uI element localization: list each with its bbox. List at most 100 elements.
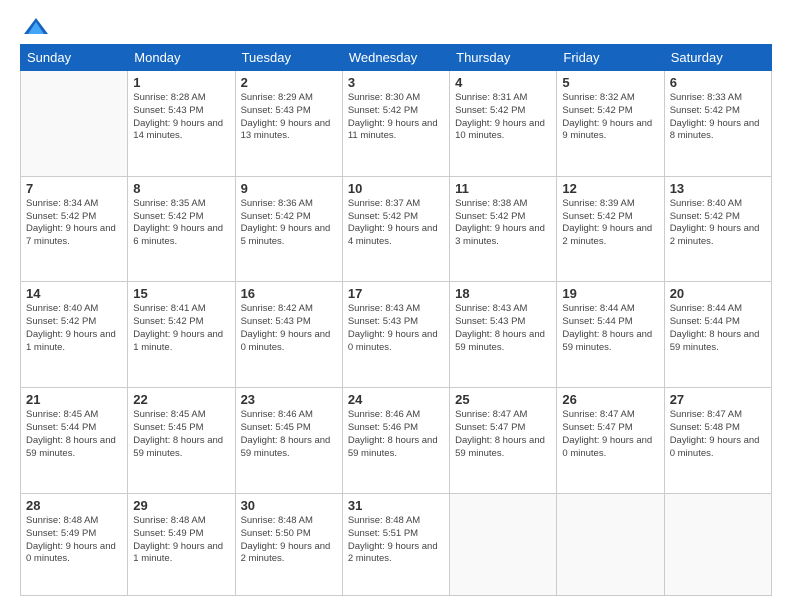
calendar-cell: 2 Sunrise: 8:29 AMSunset: 5:43 PMDaylight… [235,71,342,177]
calendar-day-header: Sunday [21,45,128,71]
day-number: 28 [26,498,122,513]
day-info: Sunrise: 8:36 AMSunset: 5:42 PMDaylight:… [241,198,337,249]
calendar-day-header: Tuesday [235,45,342,71]
day-number: 17 [348,286,444,301]
calendar-cell: 21 Sunrise: 8:45 AMSunset: 5:44 PMDayligh… [21,388,128,494]
calendar-cell: 25 Sunrise: 8:47 AMSunset: 5:47 PMDayligh… [450,388,557,494]
day-number: 22 [133,392,229,407]
day-number: 18 [455,286,551,301]
day-info: Sunrise: 8:45 AMSunset: 5:44 PMDaylight:… [26,409,122,460]
day-number: 20 [670,286,766,301]
day-info: Sunrise: 8:31 AMSunset: 5:42 PMDaylight:… [455,92,551,143]
calendar-cell: 14 Sunrise: 8:40 AMSunset: 5:42 PMDayligh… [21,282,128,388]
day-info: Sunrise: 8:40 AMSunset: 5:42 PMDaylight:… [26,303,122,354]
day-info: Sunrise: 8:44 AMSunset: 5:44 PMDaylight:… [670,303,766,354]
calendar-cell: 16 Sunrise: 8:42 AMSunset: 5:43 PMDayligh… [235,282,342,388]
day-info: Sunrise: 8:28 AMSunset: 5:43 PMDaylight:… [133,92,229,143]
day-info: Sunrise: 8:43 AMSunset: 5:43 PMDaylight:… [455,303,551,354]
day-number: 13 [670,181,766,196]
day-number: 2 [241,75,337,90]
day-info: Sunrise: 8:40 AMSunset: 5:42 PMDaylight:… [670,198,766,249]
calendar-cell: 31 Sunrise: 8:48 AMSunset: 5:51 PMDayligh… [342,493,449,595]
calendar-week-row: 1 Sunrise: 8:28 AMSunset: 5:43 PMDaylight… [21,71,772,177]
day-number: 12 [562,181,658,196]
day-info: Sunrise: 8:47 AMSunset: 5:47 PMDaylight:… [455,409,551,460]
day-info: Sunrise: 8:38 AMSunset: 5:42 PMDaylight:… [455,198,551,249]
day-number: 9 [241,181,337,196]
calendar-cell: 27 Sunrise: 8:47 AMSunset: 5:48 PMDayligh… [664,388,771,494]
day-info: Sunrise: 8:45 AMSunset: 5:45 PMDaylight:… [133,409,229,460]
day-info: Sunrise: 8:46 AMSunset: 5:45 PMDaylight:… [241,409,337,460]
day-info: Sunrise: 8:47 AMSunset: 5:48 PMDaylight:… [670,409,766,460]
day-number: 15 [133,286,229,301]
day-info: Sunrise: 8:29 AMSunset: 5:43 PMDaylight:… [241,92,337,143]
calendar-cell: 22 Sunrise: 8:45 AMSunset: 5:45 PMDayligh… [128,388,235,494]
calendar-cell [664,493,771,595]
day-number: 7 [26,181,122,196]
calendar-cell: 17 Sunrise: 8:43 AMSunset: 5:43 PMDayligh… [342,282,449,388]
day-info: Sunrise: 8:48 AMSunset: 5:51 PMDaylight:… [348,515,444,566]
calendar-cell: 19 Sunrise: 8:44 AMSunset: 5:44 PMDayligh… [557,282,664,388]
day-info: Sunrise: 8:43 AMSunset: 5:43 PMDaylight:… [348,303,444,354]
calendar-cell: 26Sunrise: 8:47 AMSunset: 5:47 PMDayligh… [557,388,664,494]
day-number: 31 [348,498,444,513]
day-info: Sunrise: 8:32 AMSunset: 5:42 PMDaylight:… [562,92,658,143]
header [20,16,772,34]
day-number: 23 [241,392,337,407]
calendar-cell: 9 Sunrise: 8:36 AMSunset: 5:42 PMDaylight… [235,176,342,282]
calendar-cell: 10Sunrise: 8:37 AMSunset: 5:42 PMDayligh… [342,176,449,282]
day-number: 16 [241,286,337,301]
day-info: Sunrise: 8:44 AMSunset: 5:44 PMDaylight:… [562,303,658,354]
day-number: 24 [348,392,444,407]
calendar-week-row: 28 Sunrise: 8:48 AMSunset: 5:49 PMDayligh… [21,493,772,595]
calendar-table: SundayMondayTuesdayWednesdayThursdayFrid… [20,44,772,596]
day-info: Sunrise: 8:46 AMSunset: 5:46 PMDaylight:… [348,409,444,460]
day-info: Sunrise: 8:34 AMSunset: 5:42 PMDaylight:… [26,198,122,249]
calendar-cell: 1 Sunrise: 8:28 AMSunset: 5:43 PMDaylight… [128,71,235,177]
calendar-cell: 3Sunrise: 8:30 AMSunset: 5:42 PMDaylight… [342,71,449,177]
calendar-week-row: 21 Sunrise: 8:45 AMSunset: 5:44 PMDayligh… [21,388,772,494]
day-number: 11 [455,181,551,196]
calendar-cell: 18 Sunrise: 8:43 AMSunset: 5:43 PMDayligh… [450,282,557,388]
calendar-week-row: 14 Sunrise: 8:40 AMSunset: 5:42 PMDayligh… [21,282,772,388]
day-info: Sunrise: 8:39 AMSunset: 5:42 PMDaylight:… [562,198,658,249]
day-number: 14 [26,286,122,301]
day-number: 1 [133,75,229,90]
day-number: 4 [455,75,551,90]
calendar-day-header: Friday [557,45,664,71]
day-number: 27 [670,392,766,407]
calendar-week-row: 7 Sunrise: 8:34 AMSunset: 5:42 PMDaylight… [21,176,772,282]
day-info: Sunrise: 8:47 AMSunset: 5:47 PMDaylight:… [562,409,658,460]
calendar-day-header: Thursday [450,45,557,71]
day-info: Sunrise: 8:33 AMSunset: 5:42 PMDaylight:… [670,92,766,143]
calendar-header-row: SundayMondayTuesdayWednesdayThursdayFrid… [21,45,772,71]
day-info: Sunrise: 8:42 AMSunset: 5:43 PMDaylight:… [241,303,337,354]
calendar-cell: 23 Sunrise: 8:46 AMSunset: 5:45 PMDayligh… [235,388,342,494]
day-number: 25 [455,392,551,407]
day-number: 30 [241,498,337,513]
calendar-cell: 11 Sunrise: 8:38 AMSunset: 5:42 PMDayligh… [450,176,557,282]
calendar-cell: 7 Sunrise: 8:34 AMSunset: 5:42 PMDaylight… [21,176,128,282]
day-number: 21 [26,392,122,407]
day-number: 5 [562,75,658,90]
day-info: Sunrise: 8:48 AMSunset: 5:49 PMDaylight:… [26,515,122,566]
calendar-day-header: Saturday [664,45,771,71]
day-number: 3 [348,75,444,90]
day-number: 29 [133,498,229,513]
logo-text [20,16,50,38]
calendar-cell: 5 Sunrise: 8:32 AMSunset: 5:42 PMDaylight… [557,71,664,177]
calendar-cell: 30Sunrise: 8:48 AMSunset: 5:50 PMDayligh… [235,493,342,595]
calendar-day-header: Monday [128,45,235,71]
calendar-cell: 6Sunrise: 8:33 AMSunset: 5:42 PMDaylight… [664,71,771,177]
day-number: 8 [133,181,229,196]
day-info: Sunrise: 8:37 AMSunset: 5:42 PMDaylight:… [348,198,444,249]
calendar-cell: 8Sunrise: 8:35 AMSunset: 5:42 PMDaylight… [128,176,235,282]
calendar-cell: 20 Sunrise: 8:44 AMSunset: 5:44 PMDayligh… [664,282,771,388]
calendar-cell: 28 Sunrise: 8:48 AMSunset: 5:49 PMDayligh… [21,493,128,595]
calendar-cell: 12 Sunrise: 8:39 AMSunset: 5:42 PMDayligh… [557,176,664,282]
calendar-cell [21,71,128,177]
day-info: Sunrise: 8:41 AMSunset: 5:42 PMDaylight:… [133,303,229,354]
page: SundayMondayTuesdayWednesdayThursdayFrid… [0,0,792,612]
day-number: 19 [562,286,658,301]
logo [20,16,50,34]
